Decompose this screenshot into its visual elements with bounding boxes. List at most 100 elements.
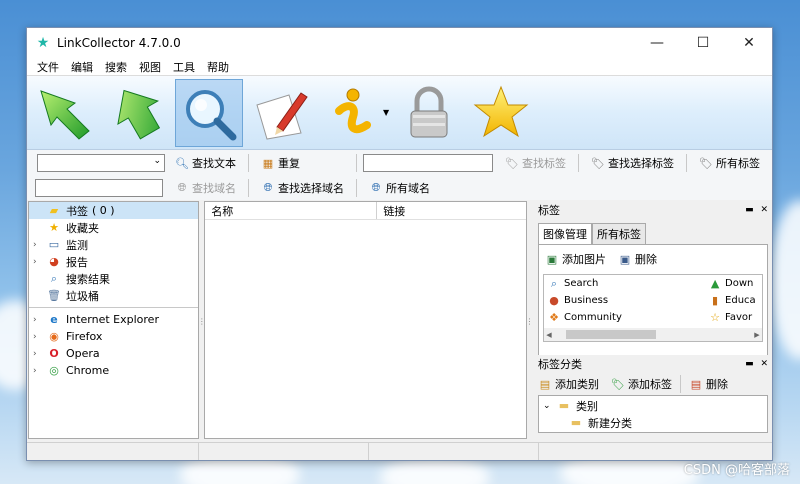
- find-tag-button[interactable]: 🏷︎ 查找标签: [499, 153, 572, 173]
- tag-business[interactable]: ● Business: [544, 294, 705, 308]
- tree-item-bookmarks[interactable]: ▰ 书签 ( 0 ): [29, 202, 199, 219]
- expand-arrow-icon[interactable]: ›: [33, 315, 45, 325]
- tree-item-categories[interactable]: ⌄ ▬ 类别: [539, 397, 767, 414]
- search-icon: ⌕: [50, 271, 58, 285]
- edit-button[interactable]: [247, 79, 315, 147]
- tag-search[interactable]: ⌕ Search: [544, 277, 705, 291]
- favorite-button[interactable]: [467, 79, 535, 147]
- column-header-link[interactable]: 链接: [377, 202, 405, 219]
- expand-arrow-icon[interactable]: ›: [33, 366, 45, 376]
- collapse-arrow-icon[interactable]: ⌄: [543, 401, 555, 411]
- add-tag-button[interactable]: 🏷︎ 添加标签: [605, 374, 678, 394]
- expand-arrow-icon[interactable]: ›: [33, 332, 45, 342]
- business-icon: ●: [549, 294, 559, 307]
- add-image-button[interactable]: ▣ 添加图片: [543, 249, 612, 269]
- horizontal-scrollbar[interactable]: ◀ ▶: [544, 328, 762, 341]
- tree-item-label: 监测: [66, 238, 88, 252]
- tree-item-opera[interactable]: › O Opera: [29, 345, 198, 362]
- menu-view[interactable]: 视图: [133, 59, 167, 75]
- tree-item-chrome[interactable]: › ◎ Chrome: [29, 362, 198, 379]
- category-panel-title: 标签分类: [538, 358, 582, 371]
- expand-arrow-icon[interactable]: ›: [33, 349, 45, 359]
- info-button[interactable]: [319, 79, 387, 147]
- tag-education[interactable]: ▮ Educa: [705, 294, 762, 308]
- scrollbar-thumb[interactable]: [566, 330, 656, 339]
- duplicate-label: 重复: [278, 157, 300, 170]
- toolbar-separator: [248, 179, 249, 197]
- tree-item-label: Chrome: [66, 364, 110, 377]
- panel-close-icon[interactable]: ✕: [760, 359, 768, 369]
- menu-tools[interactable]: 工具: [167, 59, 201, 75]
- search-text-combo[interactable]: ⌄: [37, 154, 165, 172]
- tab-all-tags[interactable]: 所有标签: [592, 223, 646, 244]
- forward-button[interactable]: [103, 79, 171, 147]
- tree-item-internet-explorer[interactable]: › e Internet Explorer: [29, 311, 198, 328]
- menu-edit[interactable]: 编辑: [65, 59, 99, 75]
- tree-item-reports[interactable]: › ◕ 报告: [29, 253, 198, 270]
- find-domain-button[interactable]: 🌐︎ 查找域名: [169, 178, 242, 198]
- tree-item-trash[interactable]: 🗑︎ 垃圾桶: [29, 287, 198, 304]
- window-title: LinkCollector 4.7.0.0: [57, 36, 181, 50]
- tag-download[interactable]: ▲ Down: [705, 277, 762, 291]
- pencil-paper-icon: [256, 91, 308, 140]
- tree-item-search-results[interactable]: ⌕ 搜索结果: [29, 270, 198, 287]
- pie-chart-icon: ◕: [49, 255, 59, 268]
- all-tags-button[interactable]: 🏷︎ 所有标签: [693, 153, 766, 173]
- tag-community[interactable]: ❖ Community: [544, 311, 705, 325]
- panel-close-icon[interactable]: ✕: [760, 205, 768, 215]
- right-splitter-handle[interactable]: ⋮: [526, 201, 534, 441]
- find-text-button[interactable]: 🔍︎ 查找文本: [169, 153, 242, 173]
- expand-arrow-icon[interactable]: ›: [33, 257, 45, 267]
- menu-help[interactable]: 帮助: [201, 59, 235, 75]
- search-toolbar-button[interactable]: [175, 78, 243, 147]
- duplicate-button[interactable]: ▦ 重复: [255, 153, 306, 173]
- panel-collapse-icon[interactable]: ▬: [745, 359, 754, 369]
- menu-file[interactable]: 文件: [31, 59, 65, 75]
- tags-panel-title: 标签: [538, 204, 560, 217]
- tree-item-new-category[interactable]: ▬ 新建分类: [539, 414, 767, 431]
- add-image-label: 添加图片: [562, 253, 606, 266]
- column-header-name[interactable]: 名称: [205, 202, 378, 219]
- monitor-icon: ▭: [48, 238, 60, 251]
- menu-search[interactable]: 搜索: [99, 59, 133, 75]
- close-button[interactable]: ✕: [726, 28, 772, 58]
- delete-image-icon: ▣: [619, 252, 631, 266]
- category-panel-header: 标签分类 ▬ ✕: [534, 355, 772, 373]
- lock-button[interactable]: [395, 79, 463, 147]
- add-category-button[interactable]: ▤ 添加类别: [538, 374, 605, 394]
- tag-icon: 🏷︎: [699, 156, 713, 170]
- maximize-button[interactable]: ☐: [680, 28, 726, 58]
- expand-arrow-icon[interactable]: ›: [33, 240, 45, 250]
- panel-collapse-icon[interactable]: ▬: [745, 205, 754, 215]
- delete-category-button[interactable]: ▤ 删除: [683, 374, 734, 394]
- tree-item-favorites[interactable]: ★ 收藏夹: [29, 219, 198, 236]
- tag-favorite[interactable]: ☆ Favor: [705, 311, 762, 325]
- globe-icon: 🌐︎: [263, 181, 273, 194]
- delete-image-button[interactable]: ▣ 删除: [612, 249, 663, 269]
- scroll-left-icon[interactable]: ◀: [544, 331, 554, 339]
- tab-image-manager[interactable]: 图像管理: [538, 223, 592, 244]
- tag-search-input[interactable]: [363, 154, 493, 172]
- add-category-icon: ▤: [539, 377, 551, 391]
- list-header: 名称 链接: [205, 202, 526, 220]
- all-domains-button[interactable]: 🌐︎ 所有域名: [363, 178, 436, 198]
- delete-image-label: 删除: [635, 253, 657, 266]
- tree-item-monitor[interactable]: › ▭ 监测: [29, 236, 198, 253]
- tree-item-label: 书签: [66, 204, 88, 218]
- find-selected-domain-button[interactable]: 🌐︎ 查找选择域名: [255, 178, 350, 198]
- info-dropdown-arrow-icon[interactable]: ▼: [383, 108, 389, 117]
- find-selected-tag-button[interactable]: 🏷︎ 查找选择标签: [585, 153, 680, 173]
- tag-label: Search: [564, 278, 599, 289]
- scroll-right-icon[interactable]: ▶: [752, 331, 762, 339]
- star-icon: ★: [49, 221, 59, 234]
- minimize-button[interactable]: —: [634, 28, 680, 58]
- main-window: ★ LinkCollector 4.7.0.0 — ☐ ✕ 文件 编辑 搜索 视…: [26, 27, 773, 461]
- back-button[interactable]: [31, 79, 99, 147]
- tag-label: Educa: [725, 295, 756, 306]
- status-segment: [369, 443, 539, 460]
- category-child-label: 新建分类: [588, 416, 632, 430]
- trash-icon: 🗑︎: [47, 289, 61, 302]
- domain-search-input[interactable]: [35, 179, 163, 197]
- find-tag-label: 查找标签: [522, 157, 566, 170]
- tree-item-firefox[interactable]: › ◉ Firefox: [29, 328, 198, 345]
